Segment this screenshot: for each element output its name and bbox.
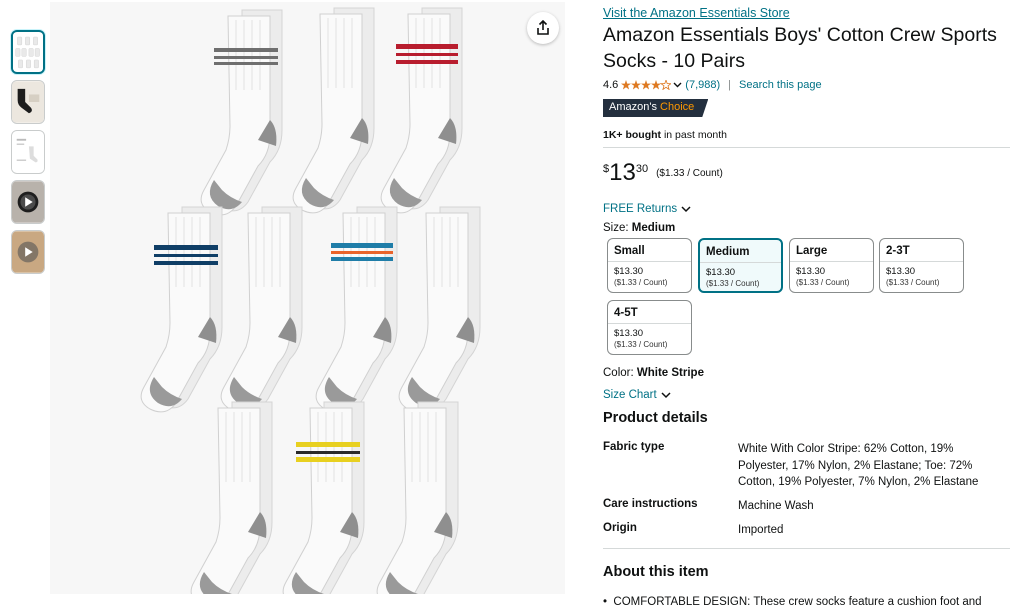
divider [603,147,1010,148]
about-bullet-text: COMFORTABLE DESIGN: These crew socks fea… [613,596,982,608]
size-price: $13.30 [614,328,644,339]
size-selected: Medium [631,222,676,234]
detail-key: Care instructions [603,498,698,510]
rating-count-link[interactable]: (7,988) [685,79,720,91]
size-label: Size: Medium [603,222,675,234]
color-label: Color: White Stripe [603,367,704,379]
detail-value: White With Color Stripe: 62% Cotton, 19%… [738,443,979,488]
thumbnail-video-2[interactable] [11,230,45,274]
size-name: 4-5T [614,307,638,319]
price-block: $ 13 30 ($1.33 / Count) [603,160,723,186]
share-button[interactable] [527,12,559,44]
size-price: $13.30 [886,266,916,277]
thumbnail-strip [11,30,47,280]
amazons-choice-badge[interactable]: Amazon's Choice [603,99,708,117]
size-option-medium[interactable]: Medium $13.30 ($1.33 / Count) [698,238,783,293]
color-label-prefix: Color: [603,367,634,379]
star-rating-icon[interactable] [621,80,672,90]
bought-period: in past month [663,129,728,141]
product-details-heading: Product details [603,410,708,426]
free-returns-link[interactable]: FREE Returns [603,203,691,215]
color-selected: White Stripe [636,367,704,379]
divider [603,548,1010,549]
chevron-down-icon [661,391,671,398]
store-link[interactable]: Visit the Amazon Essentials Store [603,6,790,20]
detail-value: Machine Wash [738,500,814,512]
size-unit-price: ($1.33 / Count) [886,278,940,287]
size-price: $13.30 [796,266,826,277]
share-icon [537,20,549,35]
price-fraction: 30 [635,163,649,175]
size-option-small[interactable]: Small $13.30 ($1.33 / Count) [607,238,692,293]
size-option-large[interactable]: Large $13.30 ($1.33 / Count) [789,238,874,293]
chevron-down-icon [681,205,691,212]
size-option-2-3t[interactable]: 2-3T $13.30 ($1.33 / Count) [879,238,964,293]
search-this-page-link[interactable]: Search this page [739,79,822,91]
size-name: Small [614,245,645,257]
size-chart-label: Size Chart [603,389,657,401]
size-name: Large [796,245,828,257]
about-this-item-heading: About this item [603,564,709,580]
bought-in-past-month: 1K+ bought in past month [603,129,727,141]
badge-suffix: Choice [660,101,695,113]
size-name: Medium [706,246,750,258]
detail-key: Fabric type [603,441,665,453]
product-title: Amazon Essentials Boys' Cotton Crew Spor… [603,24,997,72]
price-whole: 13 [609,159,636,186]
detail-value: Imported [738,524,784,536]
bought-count: 1K+ bought [603,129,662,141]
size-price: $13.30 [614,266,644,277]
badge-prefix: Amazon's [609,101,657,113]
thumbnail-socks-group[interactable] [11,30,45,74]
about-bullet: • COMFORTABLE DESIGN: These crew socks f… [603,596,982,608]
size-unit-price: ($1.33 / Count) [614,278,668,287]
chevron-down-icon[interactable] [673,82,682,88]
separator: | [728,79,732,91]
thumbnail-black-sock[interactable] [11,80,45,124]
thumbnail-size-chart[interactable] [11,130,45,174]
socks-illustration [50,2,565,594]
size-chart-link[interactable]: Size Chart [603,389,671,401]
size-price: $13.30 [706,267,736,278]
size-label-prefix: Size: [603,222,629,234]
size-unit-price: ($1.33 / Count) [706,279,760,288]
rating-row: 4.6 (7,988) | Search this page [603,79,822,91]
size-unit-price: ($1.33 / Count) [614,340,668,349]
detail-key: Origin [603,522,637,534]
free-returns-label: FREE Returns [603,203,678,215]
rating-value: 4.6 [603,79,619,91]
size-unit-price: ($1.33 / Count) [796,278,850,287]
price-per-unit: ($1.33 / Count) [656,168,723,179]
size-option-4-5t[interactable]: 4-5T $13.30 ($1.33 / Count) [607,300,692,355]
size-name: 2-3T [886,245,910,257]
main-product-image[interactable] [50,2,565,594]
thumbnail-video-1[interactable] [11,180,45,224]
